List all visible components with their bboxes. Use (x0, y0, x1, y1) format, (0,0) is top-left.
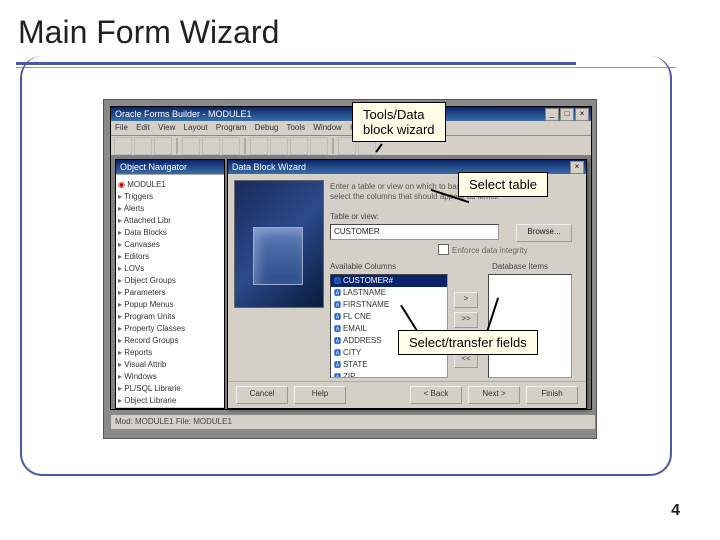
nav-item[interactable]: Object Librarie (118, 395, 222, 407)
toolbar-button[interactable] (250, 137, 268, 155)
nav-item[interactable]: Triggers (118, 191, 222, 203)
column-item[interactable]: STATE (331, 359, 447, 371)
nav-item[interactable]: Alerts (118, 203, 222, 215)
back-button[interactable]: < Back (410, 386, 462, 404)
page-title: Main Form Wizard (18, 14, 279, 51)
help-button[interactable]: Help (294, 386, 346, 404)
column-item[interactable]: FL CNE (331, 311, 447, 323)
nav-item[interactable]: LOVs (118, 263, 222, 275)
callout-tools-data-block-wizard: Tools/Data block wizard (352, 102, 446, 142)
available-columns-label: Available Columns (330, 262, 396, 271)
toolbar-button[interactable] (270, 137, 288, 155)
menu-edit[interactable]: Edit (136, 123, 150, 132)
nav-item[interactable]: Record Groups (118, 335, 222, 347)
wizard-graphic-panel (234, 180, 324, 308)
toolbar-button[interactable] (202, 137, 220, 155)
toolbar-button[interactable] (114, 137, 132, 155)
toolbar-button[interactable] (182, 137, 200, 155)
nav-root[interactable]: MODULE1 (118, 179, 222, 191)
move-right-button[interactable]: > (454, 292, 478, 308)
nav-item[interactable]: Popup Menus (118, 299, 222, 311)
nav-item[interactable]: Visual Attrib (118, 359, 222, 371)
menu-window[interactable]: Window (313, 123, 341, 132)
toolbar-button[interactable] (310, 137, 328, 155)
navigator-titlebar: Object Navigator (116, 160, 224, 174)
move-all-right-button[interactable]: >> (454, 312, 478, 328)
table-or-view-input[interactable]: CUSTOMER (330, 224, 499, 240)
toolbar-button[interactable] (154, 137, 172, 155)
column-item[interactable]: LASTNAME (331, 287, 447, 299)
available-columns-list[interactable]: CUSTOMER# LASTNAME FIRSTNAME FL CNE EMAI… (330, 274, 448, 378)
navigator-tree[interactable]: MODULE1 Triggers Alerts Attached Libr Da… (116, 174, 224, 407)
app-titlebar: Oracle Forms Builder - MODULE1 _ □ × (111, 107, 591, 121)
app-title: Oracle Forms Builder - MODULE1 (115, 109, 252, 119)
wizard-title: Data Block Wizard (232, 162, 306, 172)
callout-select-transfer-fields: Select/transfer fields (398, 330, 538, 355)
nav-item[interactable]: Data Blocks (118, 227, 222, 239)
column-item[interactable]: FIRSTNAME (331, 299, 447, 311)
nav-item[interactable]: Reports (118, 347, 222, 359)
page-number: 4 (671, 502, 680, 520)
finish-button[interactable]: Finish (526, 386, 578, 404)
next-button[interactable]: Next > (468, 386, 520, 404)
menu-tools[interactable]: Tools (286, 123, 305, 132)
nav-item[interactable]: Windows (118, 371, 222, 383)
menu-file[interactable]: File (115, 123, 128, 132)
column-item[interactable]: CUSTOMER# (331, 275, 447, 287)
maximize-button[interactable]: □ (560, 108, 574, 121)
toolbar-button[interactable] (222, 137, 240, 155)
menu-view[interactable]: View (158, 123, 175, 132)
callout-select-table: Select table (458, 172, 548, 197)
enforce-integrity-checkbox[interactable]: Enforce data integrity (438, 244, 568, 256)
close-button[interactable]: × (575, 108, 589, 121)
app-menubar: File Edit View Layout Program Debug Tool… (111, 121, 591, 136)
app-toolbar (111, 136, 591, 157)
forms-builder-window: Oracle Forms Builder - MODULE1 _ □ × Fil… (110, 106, 592, 410)
column-item[interactable]: ZIP (331, 371, 447, 378)
nav-item[interactable]: Parameters (118, 287, 222, 299)
menu-program[interactable]: Program (216, 123, 247, 132)
wizard-graphic-icon (253, 227, 303, 285)
cancel-button[interactable]: Cancel (236, 386, 288, 404)
database-items-label: Database Items (492, 262, 548, 271)
title-rule-thick (16, 62, 576, 65)
nav-item[interactable]: Canvases (118, 239, 222, 251)
screenshot-area: Oracle Forms Builder - MODULE1 _ □ × Fil… (104, 100, 596, 438)
toolbar-sep (332, 138, 334, 154)
title-rule-thin (16, 67, 676, 68)
wizard-close-button[interactable]: × (570, 161, 584, 174)
wizard-footer: Cancel Help < Back Next > Finish (228, 381, 586, 408)
database-items-list[interactable] (488, 274, 572, 378)
table-or-view-label: Table or view: (330, 212, 379, 221)
nav-item[interactable]: Editors (118, 251, 222, 263)
toolbar-button[interactable] (134, 137, 152, 155)
toolbar-button[interactable] (290, 137, 308, 155)
nav-item[interactable]: Attached Libr (118, 215, 222, 227)
toolbar-sep (176, 138, 178, 154)
nav-item[interactable]: Property Classes (118, 323, 222, 335)
nav-item[interactable]: Object Groups (118, 275, 222, 287)
navigator-title: Object Navigator (120, 162, 187, 172)
object-navigator-window: Object Navigator MODULE1 Triggers Alerts… (115, 159, 225, 409)
menu-debug[interactable]: Debug (255, 123, 279, 132)
toolbar-sep (244, 138, 246, 154)
minimize-button[interactable]: _ (545, 108, 559, 121)
menu-layout[interactable]: Layout (184, 123, 208, 132)
nav-item[interactable]: PL/SQL Librarie (118, 383, 222, 395)
nav-item[interactable]: Program Units (118, 311, 222, 323)
status-bar: Mod: MODULE1 File: MODULE1 (110, 414, 596, 430)
browse-button[interactable]: Browse... (516, 224, 572, 242)
